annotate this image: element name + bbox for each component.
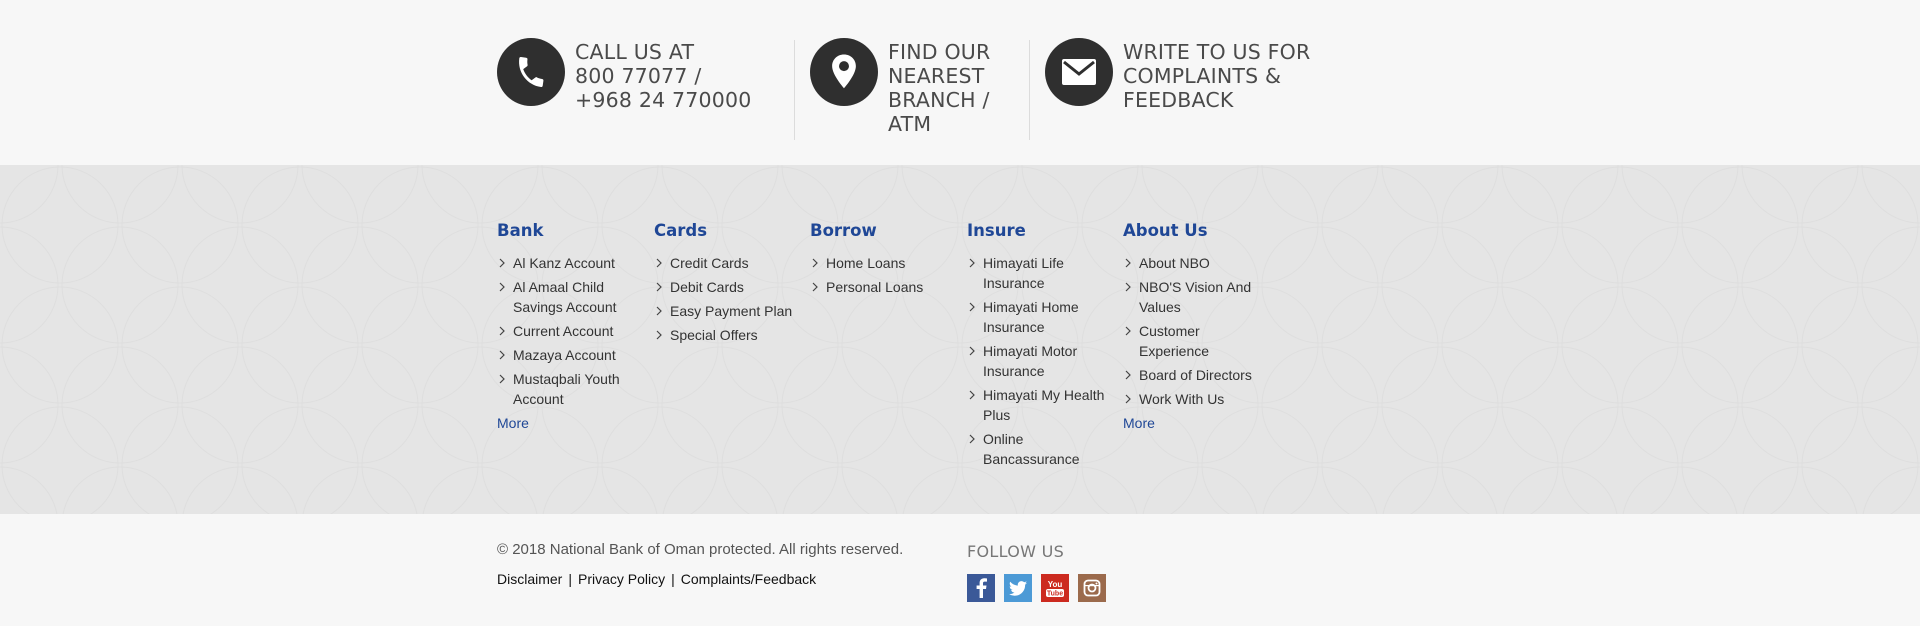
footer-link-label: Home Loans bbox=[826, 255, 906, 271]
contact-line: +968 24 770000 bbox=[575, 88, 752, 112]
contact-line: COMPLAINTS & bbox=[1123, 64, 1282, 88]
contact-line: WRITE TO US FOR bbox=[1123, 40, 1311, 64]
footer-column-cards: Cards Credit Cards Debit Cards Easy Paym… bbox=[654, 221, 804, 349]
footer-link[interactable]: Credit Cards bbox=[654, 253, 804, 273]
footer-link-label: Himayati My Health Plus bbox=[983, 387, 1105, 423]
footer-column-insure: Insure Himayati Life Insurance Himayati … bbox=[967, 221, 1117, 473]
footer-column-about-us: About Us About NBO NBO'S Vision And Valu… bbox=[1123, 221, 1273, 433]
instagram-icon[interactable] bbox=[1078, 574, 1106, 602]
footer-link-label: Al Amaal Child Savings Account bbox=[513, 279, 617, 315]
footer-link[interactable]: Himayati Motor Insurance bbox=[967, 341, 1117, 381]
contact-line: CALL US AT bbox=[575, 40, 695, 64]
footer-link-label: Mazaya Account bbox=[513, 347, 616, 363]
youtube-icon[interactable]: You Tube bbox=[1041, 574, 1069, 602]
footer-link[interactable]: Personal Loans bbox=[810, 277, 960, 297]
footer-link-label: Credit Cards bbox=[670, 255, 749, 271]
call-us-contact[interactable]: CALL US AT 800 77077 / +968 24 770000 bbox=[497, 38, 751, 112]
footer-link[interactable]: Current Account bbox=[497, 321, 647, 341]
footer-link[interactable]: About NBO bbox=[1123, 253, 1273, 273]
contact-band: CALL US AT 800 77077 / +968 24 770000 FI… bbox=[0, 0, 1920, 165]
privacy-policy-link[interactable]: Privacy Policy bbox=[578, 571, 665, 587]
column-title: Bank bbox=[497, 221, 544, 240]
facebook-icon[interactable] bbox=[967, 574, 995, 602]
more-link[interactable]: More bbox=[497, 413, 647, 433]
find-branch-text: FIND OUR NEAREST BRANCH / ATM bbox=[888, 40, 990, 136]
footer-link[interactable]: Easy Payment Plan bbox=[654, 301, 804, 321]
footer-link[interactable]: Special Offers bbox=[654, 325, 804, 345]
footer-link[interactable]: Customer Experience bbox=[1123, 321, 1273, 361]
footer-column-borrow: Borrow Home Loans Personal Loans bbox=[810, 221, 960, 301]
map-pin-icon bbox=[810, 38, 878, 106]
phone-icon bbox=[497, 38, 565, 106]
contact-line: 800 77077 / bbox=[575, 64, 702, 88]
footer-link-label: Current Account bbox=[513, 323, 614, 339]
copyright-text: © 2018 National Bank of Oman protected. … bbox=[497, 541, 904, 558]
contact-line: ATM bbox=[888, 112, 932, 136]
disclaimer-link[interactable]: Disclaimer bbox=[497, 571, 562, 587]
more-link[interactable]: More bbox=[1123, 413, 1273, 433]
svg-text:You: You bbox=[1048, 580, 1063, 589]
footer-link-label: About NBO bbox=[1139, 255, 1210, 271]
footer-link-label: Personal Loans bbox=[826, 279, 924, 295]
footer-link[interactable]: Board of Directors bbox=[1123, 365, 1273, 385]
footer-link-label: NBO'S Vision And Values bbox=[1139, 279, 1252, 315]
legal-links: Disclaimer | Privacy Policy | Complaints/Fee… bbox=[497, 571, 816, 587]
footer-links-band: Bank Al Kanz Account Al Amaal Child Savi… bbox=[0, 165, 1920, 514]
footer-link-label: Al Kanz Account bbox=[513, 255, 615, 271]
link-separator: | bbox=[671, 571, 675, 587]
footer-bottom-band: © 2018 National Bank of Oman protected. … bbox=[0, 514, 1920, 626]
find-branch-contact[interactable]: FIND OUR NEAREST BRANCH / ATM bbox=[810, 38, 990, 136]
footer-link[interactable]: Al Kanz Account bbox=[497, 253, 647, 273]
footer-link[interactable]: Mazaya Account bbox=[497, 345, 647, 365]
footer-link-label: Special Offers bbox=[670, 327, 758, 343]
footer-link[interactable]: Online Bancassurance bbox=[967, 429, 1117, 469]
footer-link-label: Himayati Home Insurance bbox=[983, 299, 1079, 335]
follow-us-title: FOLLOW US bbox=[967, 542, 1065, 561]
divider bbox=[1029, 40, 1030, 140]
footer-link-label: Work With Us bbox=[1139, 391, 1225, 407]
footer-link-label: Debit Cards bbox=[670, 279, 744, 295]
contact-line: FEEDBACK bbox=[1123, 88, 1234, 112]
footer-link-label: Easy Payment Plan bbox=[670, 303, 793, 319]
twitter-icon[interactable] bbox=[1004, 574, 1032, 602]
divider bbox=[794, 40, 795, 140]
column-title: Cards bbox=[654, 221, 708, 240]
footer-link-label: Himayati Life Insurance bbox=[983, 255, 1064, 291]
complaints-feedback-link[interactable]: Complaints/Feedback bbox=[681, 571, 816, 587]
svg-text:Tube: Tube bbox=[1047, 591, 1063, 598]
footer-link[interactable]: Mustaqbali Youth Account bbox=[497, 369, 647, 409]
write-to-us-contact[interactable]: WRITE TO US FOR COMPLAINTS & FEEDBACK bbox=[1045, 38, 1310, 112]
footer-link[interactable]: Himayati Home Insurance bbox=[967, 297, 1117, 337]
contact-line: BRANCH / bbox=[888, 88, 990, 112]
footer-link[interactable]: Al Amaal Child Savings Account bbox=[497, 277, 647, 317]
link-separator: | bbox=[568, 571, 572, 587]
column-title: Insure bbox=[967, 221, 1026, 240]
footer-link-label: Mustaqbali Youth Account bbox=[513, 371, 620, 407]
footer-link[interactable]: NBO'S Vision And Values bbox=[1123, 277, 1273, 317]
contact-line: NEAREST bbox=[888, 64, 985, 88]
footer-link-label: Board of Directors bbox=[1139, 367, 1252, 383]
footer-link[interactable]: Work With Us bbox=[1123, 389, 1273, 409]
footer-link[interactable]: Himayati My Health Plus bbox=[967, 385, 1117, 425]
contact-line: FIND OUR bbox=[888, 40, 991, 64]
footer-column-bank: Bank Al Kanz Account Al Amaal Child Savi… bbox=[497, 221, 647, 433]
footer-link-label: Online Bancassurance bbox=[983, 431, 1080, 467]
footer-link[interactable]: Himayati Life Insurance bbox=[967, 253, 1117, 293]
footer-link[interactable]: Debit Cards bbox=[654, 277, 804, 297]
envelope-icon bbox=[1045, 38, 1113, 106]
footer-link-label: Customer Experience bbox=[1139, 323, 1210, 359]
column-title: Borrow bbox=[810, 221, 877, 240]
background-pattern bbox=[0, 165, 1920, 514]
column-title: About Us bbox=[1123, 221, 1208, 240]
write-to-us-text: WRITE TO US FOR COMPLAINTS & FEEDBACK bbox=[1123, 40, 1310, 112]
footer-link[interactable]: Home Loans bbox=[810, 253, 960, 273]
call-us-text: CALL US AT 800 77077 / +968 24 770000 bbox=[575, 40, 751, 112]
footer-link-label: Himayati Motor Insurance bbox=[983, 343, 1078, 379]
